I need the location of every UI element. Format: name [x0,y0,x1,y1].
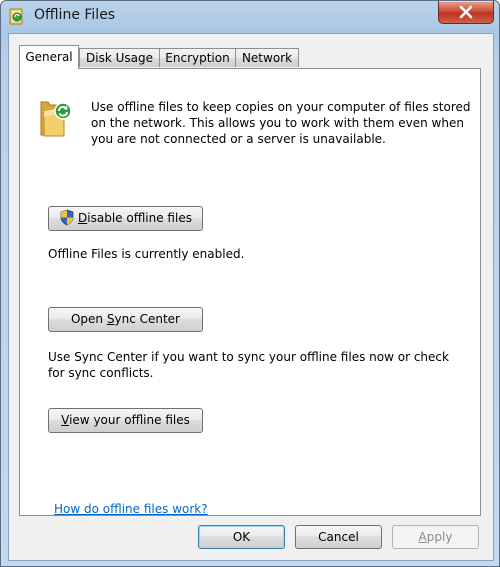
tab-network[interactable]: Network [235,48,299,67]
general-tab-panel: Use offline files to keep copies on your… [19,68,481,516]
disable-offline-files-button[interactable]: Disable offline files [48,206,203,231]
open-sync-center-button[interactable]: Open Sync Center [48,307,203,332]
apply-button[interactable]: Apply [392,525,479,549]
uac-shield-icon [60,209,74,225]
sync-center-description: Use Sync Center if you want to sync your… [48,350,449,380]
view-button-rest: iew your offline files [69,413,190,427]
disable-button-mnemonic: D [78,211,88,225]
title-bar[interactable]: Offline Files [1,1,499,33]
dialog-client-area: General Disk Usage Encryption Network Us… [8,33,494,561]
sync-folder-icon [38,99,74,139]
offline-files-window: Offline Files General Disk Usage Encrypt… [0,0,500,567]
window-title: Offline Files [34,7,116,23]
view-button-mnemonic: V [61,413,70,427]
offline-files-description: Use offline files to keep copies on your… [91,100,471,146]
status-text: Offline Files is currently enabled. [48,247,245,261]
offline-files-icon [8,8,26,26]
close-button[interactable] [438,1,494,24]
close-icon [459,5,473,19]
cancel-button[interactable]: Cancel [295,525,382,549]
ok-button[interactable]: OK [198,525,285,549]
apply-button-rest: pply [426,530,453,544]
tab-general[interactable]: General [19,45,79,69]
help-link[interactable]: How do offline files work? [54,502,208,516]
sync-button-rest: ync Center [114,312,180,326]
tab-encryption[interactable]: Encryption [159,48,236,67]
view-offline-files-button[interactable]: View your offline files [48,408,203,433]
apply-button-mnemonic: A [418,530,427,544]
tab-disk-usage[interactable]: Disk Usage [79,48,160,67]
disable-button-rest: isable offline files [87,211,192,225]
sync-button-prefix: Open [70,312,107,326]
